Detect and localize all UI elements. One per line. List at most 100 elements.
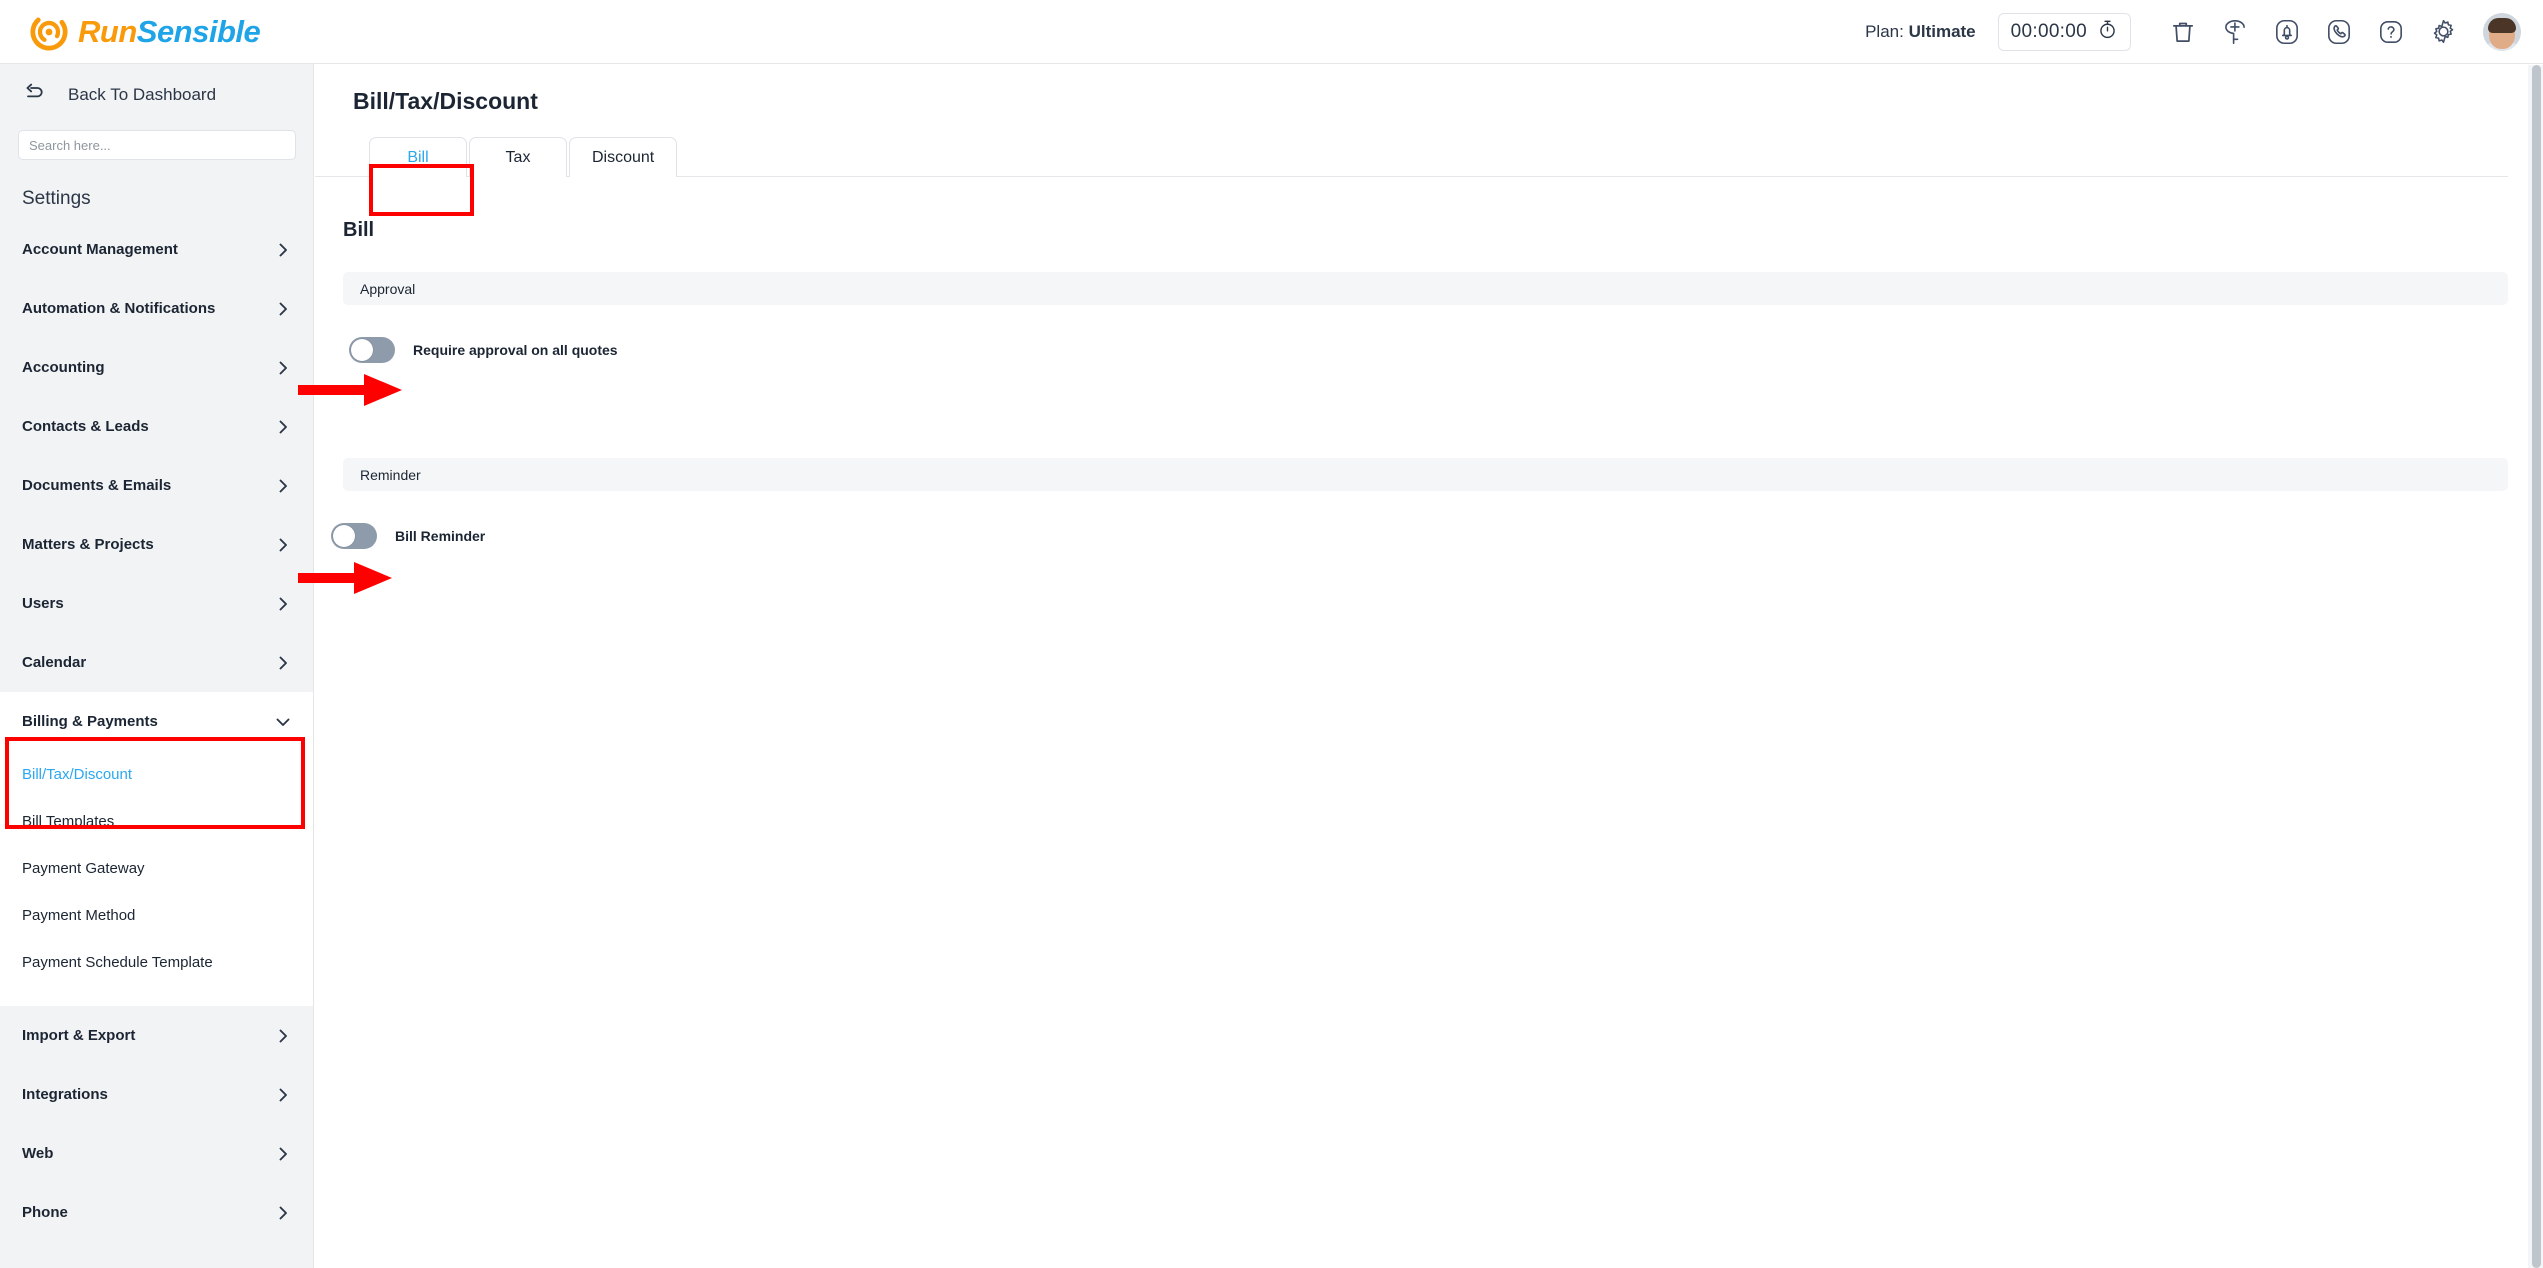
sidebar-item-label: Calendar <box>22 654 87 671</box>
toggle-knob <box>351 339 373 361</box>
tab-label: Tax <box>505 148 531 166</box>
chevron-right-icon <box>275 301 291 317</box>
timer-widget[interactable]: 00:00:00 <box>1997 12 2131 51</box>
setting-row-bill-reminder: Bill Reminder <box>315 523 2543 549</box>
timer-value: 00:00:00 <box>2010 20 2087 42</box>
tab-bill[interactable]: Bill <box>369 137 467 177</box>
sidebar-subitem-payment-schedule-template[interactable]: Payment Schedule Template <box>0 939 313 986</box>
back-arrow-icon <box>22 81 46 110</box>
sidebar-item-label: Automation & Notifications <box>22 300 216 317</box>
section-heading-bill: Bill <box>343 219 375 241</box>
brand-logo[interactable]: RunSensible <box>30 12 261 51</box>
sidebar-subitem-bill-templates[interactable]: Bill Templates <box>0 798 313 845</box>
plan-prefix: Plan: <box>1865 21 1904 41</box>
plan-badge: Plan: Ultimate <box>1865 22 1976 42</box>
tab-bar: Bill Tax Discount <box>315 137 2543 177</box>
sidebar-subitem-label: Payment Schedule Template <box>22 954 213 971</box>
back-to-dashboard-label: Back To Dashboard <box>68 85 217 104</box>
header-actions: Plan: Ultimate 00:00:00 <box>1865 10 2521 54</box>
sidebar-item-contacts-leads[interactable]: Contacts & Leads <box>0 397 313 456</box>
scrollbar-thumb[interactable] <box>2532 65 2541 1268</box>
chevron-right-icon <box>275 537 291 553</box>
toggle-knob <box>333 525 355 547</box>
sidebar-subitem-label: Bill/Tax/Discount <box>22 766 133 783</box>
sidebar-title: Settings <box>22 188 91 209</box>
sidebar-item-calendar[interactable]: Calendar <box>0 633 313 692</box>
sidebar-item-documents-emails[interactable]: Documents & Emails <box>0 456 313 515</box>
chevron-down-icon <box>275 714 291 730</box>
search-input[interactable] <box>18 130 296 160</box>
sidebar-item-billing-payments[interactable]: Billing & Payments <box>0 692 313 751</box>
trash-icon[interactable] <box>2157 10 2209 54</box>
group-header-approval: Approval <box>343 272 2508 305</box>
group-header-label: Approval <box>360 280 416 297</box>
sidebar-item-integrations[interactable]: Integrations <box>0 1065 313 1124</box>
sidebar-subitem-label: Bill Templates <box>22 813 115 830</box>
chevron-right-icon <box>275 360 291 376</box>
chevron-right-icon <box>275 1205 291 1221</box>
sidebar-item-account-management[interactable]: Account Management <box>0 220 313 279</box>
sidebar-subitem-bill-tax-discount[interactable]: Bill/Tax/Discount <box>0 751 313 798</box>
group-header-reminder: Reminder <box>343 458 2508 491</box>
tab-tax[interactable]: Tax <box>469 137 567 177</box>
sidebar-subitem-label: Payment Method <box>22 907 136 924</box>
chevron-right-icon <box>275 242 291 258</box>
sidebar-item-label: Account Management <box>22 241 178 258</box>
plan-value: Ultimate <box>1908 21 1976 41</box>
sidebar-subitem-label: Payment Gateway <box>22 860 145 877</box>
sidebar-subitem-payment-method[interactable]: Payment Method <box>0 892 313 939</box>
chevron-right-icon <box>275 1028 291 1044</box>
toggle-require-approval-on-all-quotes[interactable] <box>349 337 395 363</box>
avatar[interactable] <box>2483 12 2521 51</box>
sidebar-item-label: Documents & Emails <box>22 477 172 494</box>
chevron-right-icon <box>275 655 291 671</box>
page-scrollbar[interactable] <box>2528 65 2543 1268</box>
chevron-right-icon <box>275 478 291 494</box>
page-title: Bill/Tax/Discount <box>353 88 538 114</box>
search-container <box>0 130 313 160</box>
sidebar-item-matters-projects[interactable]: Matters & Projects <box>0 515 313 574</box>
tab-label: Discount <box>592 148 655 166</box>
sidebar-item-import-export[interactable]: Import & Export <box>0 1006 313 1065</box>
toggle-label: Bill Reminder <box>395 528 486 544</box>
sidebar-item-automation-notifications[interactable]: Automation & Notifications <box>0 279 313 338</box>
sidebar-item-accounting[interactable]: Accounting <box>0 338 313 397</box>
sidebar-subitem-payment-gateway[interactable]: Payment Gateway <box>0 845 313 892</box>
sidebar-item-web[interactable]: Web <box>0 1124 313 1183</box>
toggle-bill-reminder[interactable] <box>331 523 377 549</box>
main-content: Bill/Tax/Discount Bill Tax Discount Bill… <box>315 64 2543 1268</box>
sidebar-group-billing-payments: Billing & Payments Bill/Tax/Discount Bil… <box>0 692 313 1006</box>
sidebar-item-label: Contacts & Leads <box>22 418 149 435</box>
group-header-label: Reminder <box>360 466 421 483</box>
stopwatch-icon[interactable] <box>2097 19 2118 45</box>
help-question-icon[interactable] <box>2365 10 2417 54</box>
tab-label: Bill <box>407 148 429 166</box>
chevron-right-icon <box>275 419 291 435</box>
sidebar-item-phone[interactable]: Phone <box>0 1183 313 1242</box>
gear-icon[interactable] <box>2417 10 2469 54</box>
bell-icon[interactable] <box>2261 10 2313 54</box>
phone-icon[interactable] <box>2313 10 2365 54</box>
brand-name-sensible: Sensible <box>136 14 261 49</box>
sidebar-item-label: Accounting <box>22 359 105 376</box>
sidebar-item-label: Phone <box>22 1204 68 1221</box>
sidebar-item-label: Import & Export <box>22 1027 136 1044</box>
chevron-right-icon <box>275 1146 291 1162</box>
back-to-dashboard-button[interactable]: Back To Dashboard <box>0 64 313 126</box>
settings-sidebar: Back To Dashboard Settings Account Manag… <box>0 64 314 1268</box>
sidebar-item-label: Web <box>22 1145 54 1162</box>
sidebar-item-label: Users <box>22 595 64 612</box>
avatar-hair <box>2488 17 2516 33</box>
tab-discount[interactable]: Discount <box>569 137 678 177</box>
chevron-right-icon <box>275 596 291 612</box>
runsensible-spiral-icon <box>30 12 68 51</box>
setting-row-require-approval: Require approval on all quotes <box>315 337 2543 363</box>
sidebar-item-label: Billing & Payments <box>22 713 158 730</box>
sidebar-item-label: Integrations <box>22 1086 108 1103</box>
add-circle-icon[interactable] <box>2209 10 2261 54</box>
toggle-label: Require approval on all quotes <box>413 342 618 358</box>
app-header: RunSensible Plan: Ultimate 00:00:00 <box>0 0 2543 64</box>
chevron-right-icon <box>275 1087 291 1103</box>
brand-name-run: Run <box>78 14 137 49</box>
sidebar-item-users[interactable]: Users <box>0 574 313 633</box>
